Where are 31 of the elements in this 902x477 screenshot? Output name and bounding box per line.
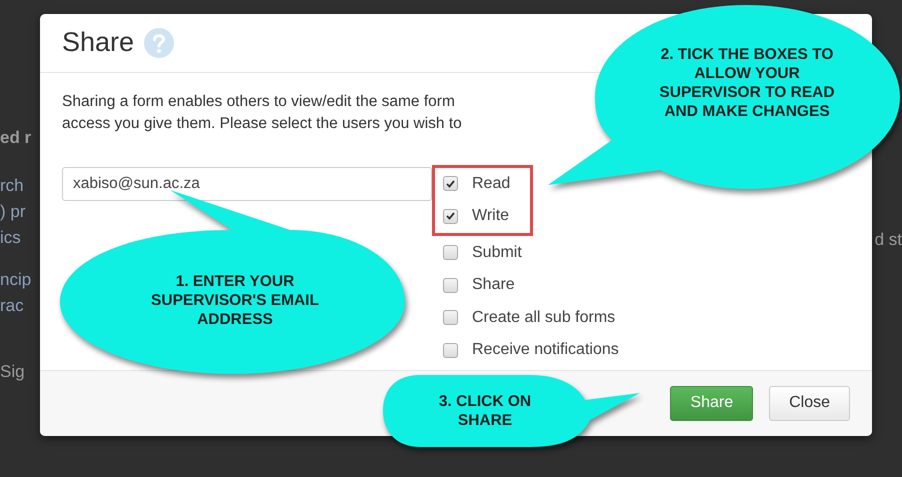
permission-label: Create all sub forms (472, 308, 616, 327)
background-text: d st (874, 230, 902, 250)
description-text: Sharing a form enables others to view/edit the same form (62, 92, 455, 112)
background-text: rch (0, 176, 24, 196)
permission-label: Submit (472, 244, 522, 262)
checkbox[interactable] (443, 278, 458, 293)
help-icon[interactable] (144, 28, 174, 58)
permission-label: Read (472, 174, 510, 193)
background-text: ) pr (0, 202, 26, 222)
callout-text: 1. ENTER YOUR SUPERVISOR'S EMAIL ADDRESS (150, 272, 320, 329)
dialog-title: Share (62, 27, 134, 58)
description-text: access you give them. Please select the users you wish to (62, 114, 462, 134)
checkbox[interactable] (443, 245, 458, 260)
email-field[interactable]: xabiso@sun.ac.za (62, 166, 432, 201)
permission-label: Share (472, 276, 515, 294)
callout-text: 3. CLICK ON SHARE (438, 392, 532, 430)
checkbox[interactable] (443, 208, 458, 224)
checkbox[interactable] (443, 176, 458, 192)
background-text: ed r (0, 128, 32, 148)
check-icon (446, 180, 455, 188)
background-text: ncip (0, 270, 32, 290)
check-icon (446, 212, 455, 220)
callout-text: 2. TICK THE BOXES TO ALLOW YOUR SUPERVISOR TO READ AND MAKE CHANGES (658, 45, 836, 121)
permission-label: Write (472, 207, 510, 226)
background-text: rac (0, 296, 24, 316)
background-text: ics (0, 228, 21, 248)
permission-label: Receive notifications (472, 341, 619, 360)
background-text: Sig (0, 362, 25, 382)
close-button[interactable]: Close (769, 386, 850, 421)
checkbox[interactable] (443, 342, 458, 358)
checkbox[interactable] (443, 310, 458, 326)
